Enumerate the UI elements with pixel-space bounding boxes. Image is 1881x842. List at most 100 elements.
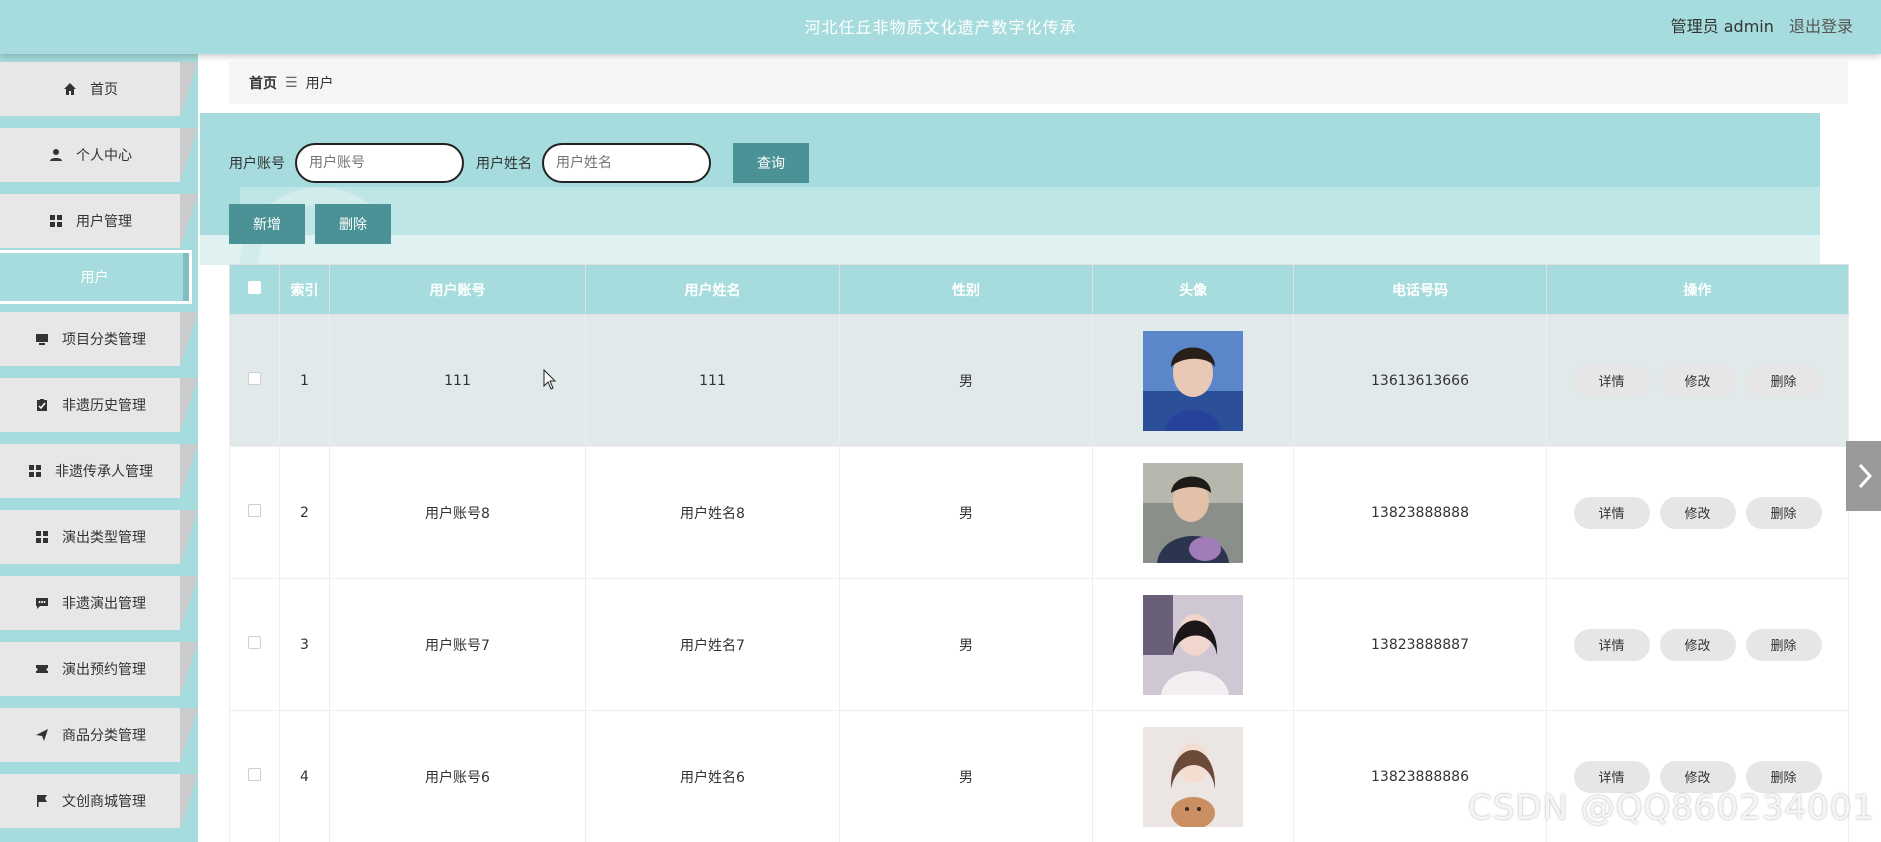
sidebar-item-label: 非遗演出管理: [62, 596, 146, 612]
sidebar-item-performance[interactable]: 非遗演出管理: [0, 576, 198, 630]
sidebar-item-label: 首页: [90, 82, 118, 98]
detail-button[interactable]: 详情: [1573, 496, 1650, 529]
detail-button[interactable]: 详情: [1573, 628, 1650, 661]
row-checkbox[interactable]: [248, 372, 261, 385]
home-icon: [62, 81, 78, 97]
sidebar-item-label: 商品分类管理: [62, 728, 146, 744]
action-bar: 新增 删除: [229, 204, 391, 244]
sidebar-item-product-category[interactable]: 商品分类管理: [0, 708, 198, 762]
monitor-icon: [34, 331, 50, 347]
sidebar-item-label: 个人中心: [76, 148, 132, 164]
clipboard-icon: [34, 397, 50, 413]
sidebar-item-label: 演出类型管理: [62, 530, 146, 546]
sidebar-item-project-category[interactable]: 项目分类管理: [0, 312, 198, 366]
column-header: 操作: [1546, 264, 1849, 315]
name-search-input[interactable]: [542, 143, 711, 183]
breadcrumb-current: 用户: [305, 76, 334, 92]
name-cell: 用户姓名8: [585, 446, 840, 579]
decor-band: [200, 235, 1820, 265]
sidebar-item-reservation[interactable]: 演出预约管理: [0, 642, 198, 696]
breadcrumb: 首页 ☰ 用户: [229, 62, 1848, 104]
top-header: 河北任丘非物质文化遗产数字化传承 管理员 admin 退出登录: [0, 0, 1881, 54]
operation-cell: 详情 修改 删除: [1546, 446, 1849, 579]
name-cell: 用户姓名6: [585, 710, 840, 842]
query-button[interactable]: 查询: [733, 143, 809, 183]
sidebar-item-label: 用户管理: [76, 214, 132, 230]
sidebar-item-performance-type[interactable]: 演出类型管理: [0, 510, 198, 564]
user-table: 索引 用户账号 用户姓名 性别 头像 电话号码 操作 1 111 111 男 1…: [229, 264, 1849, 842]
delete-button[interactable]: 删除: [1745, 628, 1822, 661]
gender-cell: 男: [839, 446, 1093, 579]
add-button[interactable]: 新增: [229, 204, 305, 244]
delete-button[interactable]: 删除: [1745, 496, 1822, 529]
edit-button[interactable]: 修改: [1659, 364, 1736, 397]
avatar: [1143, 330, 1243, 431]
phone-cell: 13823888888: [1293, 446, 1547, 579]
index-cell: 3: [279, 578, 330, 711]
grid-icon: [34, 529, 50, 545]
gender-cell: 男: [839, 710, 1093, 842]
chat-icon: [34, 595, 50, 611]
column-header: 用户账号: [329, 264, 586, 315]
phone-cell: 13613613666: [1293, 314, 1547, 447]
name-cell: 用户姓名7: [585, 578, 840, 711]
phone-cell: 13823888887: [1293, 578, 1547, 711]
account-search-input[interactable]: [295, 143, 464, 183]
account-cell: 用户账号7: [329, 578, 586, 711]
account-cell: 用户账号6: [329, 710, 586, 842]
avatar-cell: [1092, 446, 1294, 579]
index-cell: 1: [279, 314, 330, 447]
mouse-cursor-icon: [543, 369, 557, 390]
sidebar-item-home[interactable]: 首页: [0, 62, 198, 116]
avatar-cell: [1092, 314, 1294, 447]
table-header-row: 索引 用户账号 用户姓名 性别 头像 电话号码 操作: [229, 264, 1849, 315]
grid-icon: [27, 463, 43, 479]
table-row[interactable]: 1 111 111 男 13613613666 详情 修改 删除: [229, 314, 1849, 447]
avatar: [1143, 462, 1243, 563]
person-icon: [48, 147, 64, 163]
delete-button[interactable]: 删除: [1745, 364, 1822, 397]
batch-delete-button[interactable]: 删除: [315, 204, 391, 244]
row-checkbox[interactable]: [248, 504, 261, 517]
column-header: 头像: [1092, 264, 1294, 315]
sidebar-item-mall[interactable]: 文创商城管理: [0, 774, 198, 828]
row-checkbox[interactable]: [248, 768, 261, 781]
table-row[interactable]: 2 用户账号8 用户姓名8 男 13823888888 详情修改 删除: [229, 446, 1849, 579]
row-checkbox[interactable]: [248, 636, 261, 649]
next-arrow-button[interactable]: [1846, 441, 1881, 511]
sidebar-item-personal-center[interactable]: 个人中心: [0, 128, 198, 182]
index-cell: 4: [279, 710, 330, 842]
operation-cell: 详情 修改 删除: [1546, 314, 1849, 447]
decor-band: [240, 187, 1820, 235]
detail-button[interactable]: 详情: [1573, 364, 1650, 397]
edit-button[interactable]: 修改: [1659, 496, 1736, 529]
column-header: 电话号码: [1293, 264, 1547, 315]
account-cell: 用户账号8: [329, 446, 586, 579]
gender-cell: 男: [839, 578, 1093, 711]
sidebar-item-heritage-history[interactable]: 非遗历史管理: [0, 378, 198, 432]
sidebar-item-inheritor[interactable]: 非遗传承人管理: [0, 444, 198, 498]
user-area: 管理员 admin 退出登录: [1671, 13, 1853, 37]
account-label: 用户账号: [229, 156, 285, 172]
column-header: 用户姓名: [585, 264, 840, 315]
ticket-icon: [34, 661, 50, 677]
column-header: 性别: [839, 264, 1093, 315]
breadcrumb-home[interactable]: 首页: [249, 73, 277, 93]
sidebar-item-label: 项目分类管理: [62, 332, 146, 348]
search-panel: [200, 113, 1820, 265]
gender-cell: 男: [839, 314, 1093, 447]
edit-button[interactable]: 修改: [1659, 628, 1736, 661]
select-all-checkbox[interactable]: [248, 281, 261, 294]
sidebar-item-label: 演出预约管理: [62, 662, 146, 678]
sidebar-item-label: 非遗历史管理: [62, 398, 146, 414]
sidebar: 首页 个人中心 用户管理 用户 项目分类管理 非遗历史管理 非遗传承人管理 演出…: [0, 54, 198, 842]
table-row[interactable]: 3 用户账号7 用户姓名7 男 13823888887 详情 修改 删除: [229, 578, 1849, 711]
sidebar-item-label: 用户: [80, 270, 109, 286]
sidebar-item-user-management[interactable]: 用户管理: [0, 194, 198, 248]
logout-link[interactable]: 退出登录: [1789, 17, 1853, 36]
name-cell: 111: [585, 314, 840, 447]
sidebar-item-label: 文创商城管理: [62, 794, 146, 810]
chevron-right-icon: [1858, 463, 1872, 489]
app-title: 河北任丘非物质文化遗产数字化传承: [804, 18, 1077, 37]
sidebar-subitem-user[interactable]: 用户: [0, 250, 192, 304]
